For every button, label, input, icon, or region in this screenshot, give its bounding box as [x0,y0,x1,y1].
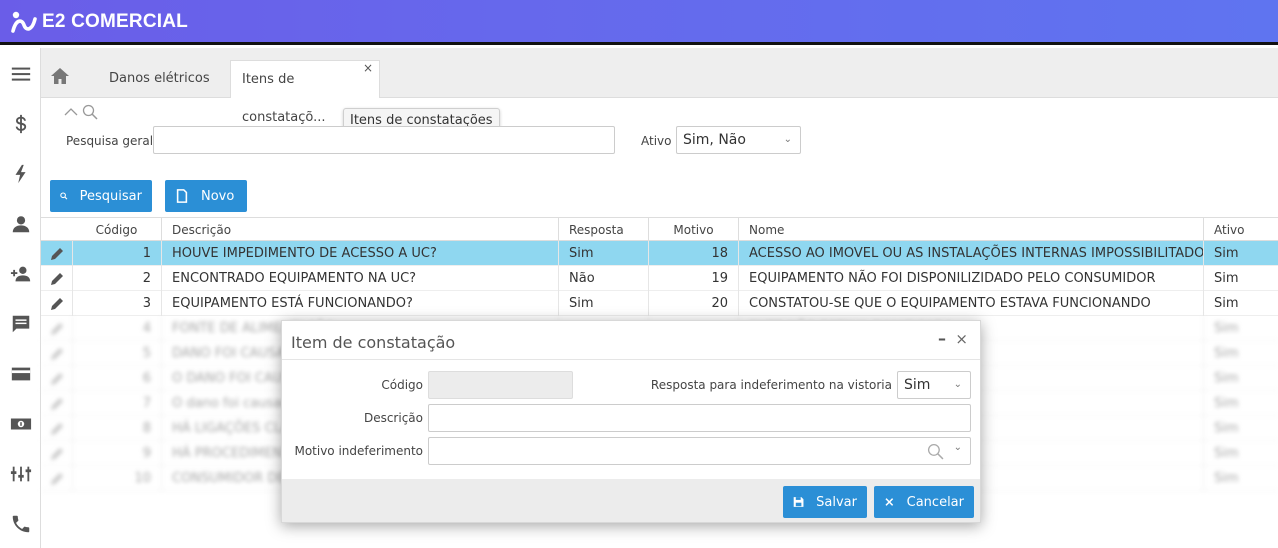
motivo-lookup[interactable]: ⌄ [428,437,971,465]
cancel-button-label: Cancelar [906,494,964,510]
new-button[interactable]: Novo [165,180,247,212]
resposta-select[interactable]: Sim ⌄ [897,371,971,399]
col-nome[interactable]: Nome [738,218,1203,242]
col-ativo[interactable]: Ativo [1203,218,1278,242]
add-user-icon[interactable] [0,254,41,294]
cell-ativo: Sim [1203,266,1278,291]
chevron-down-icon[interactable]: ⌄ [954,442,962,453]
user-icon[interactable] [0,204,41,244]
item-dialog: Item de constatação – × Código Resposta … [281,320,981,523]
cell-codigo: 2 [72,266,161,291]
close-icon [885,498,894,506]
logo-icon [11,11,37,33]
cell-motivo: 20 [648,291,738,316]
app-logo[interactable]: E2 COMERCIAL [10,9,188,35]
chevron-down-icon: ⌄ [783,134,792,145]
menu-icon[interactable] [0,54,41,94]
edit-icon[interactable] [49,296,65,312]
table-row[interactable]: 3 EQUIPAMENTO ESTÁ FUNCIONANDO? Sim 20 CONST… [41,291,1278,316]
cell-nome: EQUIPAMENTO NÃO FOI DISPONILIZIDADO PELO… [738,266,1203,291]
table-row[interactable]: 1 HOUVE IMPEDIMENTO DE ACESSO A UC? Sim 18 A… [41,241,1278,266]
chat-icon[interactable] [0,304,41,344]
active-select-value: Sim, Não [683,132,746,148]
cell-motivo: 19 [648,266,738,291]
search-icon[interactable] [927,443,944,460]
floppy-icon [793,497,804,507]
tab-label: Danos elétricos [109,71,210,86]
search-input[interactable] [153,126,615,154]
dialog-footer: Salvar Cancelar [282,479,980,522]
dialog-divider [282,359,980,360]
dollar-icon[interactable] [0,104,41,144]
save-button-label: Salvar [816,494,857,510]
save-button[interactable]: Salvar [783,486,867,518]
tab-danos-eletricos[interactable]: Danos elétricos [97,60,222,98]
document-icon [176,189,188,203]
active-label: Ativo [641,134,672,148]
cell-ativo: Sim [1203,291,1278,316]
codigo-field [428,371,573,399]
cell-descricao: ENCONTRADO EQUIPAMENTO NA UC? [161,266,558,291]
cell-motivo: 18 [648,241,738,266]
col-descricao[interactable]: Descrição [161,218,558,242]
cell-resposta: Sim [558,291,648,316]
codigo-label: Código [381,378,423,392]
col-resposta[interactable]: Resposta [558,218,648,242]
grid-header: Código Descrição Resposta Motivo Nome At… [41,217,1278,242]
dialog-title: Item de constatação [291,333,456,352]
tab-bar: Danos elétricos Itens de constataçõ... × [41,48,1278,125]
search-button-label: Pesquisar [79,188,142,204]
edit-icon[interactable] [49,271,65,287]
equalizer-icon[interactable] [0,454,41,494]
tab-label: Itens de constataçõ... [242,72,326,125]
tab-itens-constatacoes[interactable]: Itens de constataçõ... × [230,60,380,125]
search-label: Pesquisa geral [66,134,154,148]
close-icon[interactable]: × [363,49,373,87]
close-icon[interactable]: × [955,330,968,348]
cell-resposta: Sim [558,241,648,266]
cancel-button[interactable]: Cancelar [874,486,974,518]
cell-codigo: 1 [72,241,161,266]
minimize-icon[interactable]: – [938,329,946,348]
active-select[interactable]: Sim, Não ⌄ [676,126,801,154]
money-icon[interactable] [0,404,41,444]
credit-card-icon[interactable] [0,354,41,394]
motivo-label: Motivo indeferimento [294,444,423,458]
cell-ativo: Sim [1203,241,1278,266]
app-title: E2 COMERCIAL [42,11,188,32]
search-icon [82,104,98,120]
cell-descricao: EQUIPAMENTO ESTÁ FUNCIONANDO? [161,291,558,316]
home-icon[interactable] [45,62,75,90]
chevron-up-icon [64,108,78,116]
descricao-label: Descrição [363,411,423,425]
phone-icon[interactable] [0,504,41,544]
filter-toggle[interactable] [64,104,98,120]
cell-nome: ACESSO AO IMOVEL OU AS INSTALAÇÕES INTER… [738,241,1203,266]
resposta-label: Resposta para indeferimento na vistoria [650,378,892,392]
cell-nome: CONSTATOU-SE QUE O EQUIPAMENTO ESTAVA FU… [738,291,1203,316]
app-header: E2 COMERCIAL [0,0,1278,45]
descricao-field[interactable] [428,404,971,432]
new-button-label: Novo [201,188,235,204]
search-button[interactable]: Pesquisar [50,180,152,212]
table-row[interactable]: 2 ENCONTRADO EQUIPAMENTO NA UC? Não 19 EQUIP… [41,266,1278,291]
resposta-select-value: Sim [904,377,931,393]
col-codigo[interactable]: Código [72,218,161,242]
cell-descricao: HOUVE IMPEDIMENTO DE ACESSO A UC? [161,241,558,266]
lightning-icon[interactable] [0,154,41,194]
chevron-down-icon: ⌄ [953,379,962,390]
cell-resposta: Não [558,266,648,291]
search-icon [60,192,68,200]
cell-codigo: 3 [72,291,161,316]
col-motivo[interactable]: Motivo [648,218,738,242]
sidebar [0,48,41,548]
edit-icon[interactable] [49,246,65,262]
